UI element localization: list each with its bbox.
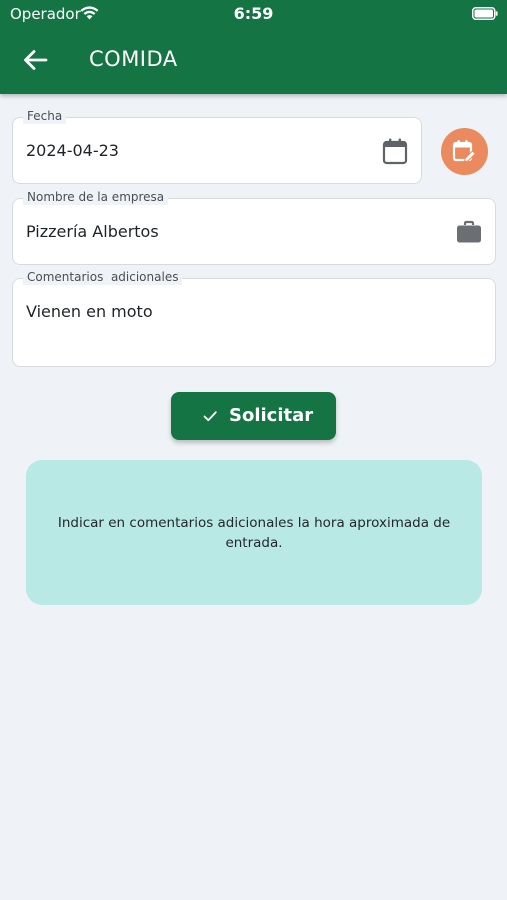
- info-box: Indicar en comentarios adicionales la ho…: [26, 460, 482, 605]
- check-icon: [203, 411, 217, 422]
- status-time: 6:59: [233, 4, 274, 23]
- submit-button-label: Solicitar: [229, 405, 314, 426]
- page-title: COMIDA: [89, 47, 178, 71]
- calendar-edit-button[interactable]: [441, 128, 488, 175]
- date-field-value[interactable]: 2024-04-23: [26, 141, 119, 160]
- back-arrow-icon[interactable]: [21, 46, 49, 74]
- date-field-label: Fecha: [23, 108, 67, 124]
- comments-field-value[interactable]: Vienen en moto: [26, 302, 153, 321]
- company-field-value[interactable]: Pizzería Albertos: [26, 222, 159, 241]
- submit-button[interactable]: Solicitar: [171, 392, 336, 440]
- company-field-label: Nombre de la empresa: [23, 189, 169, 205]
- comments-field-label: Comentarios adicionales: [23, 269, 183, 285]
- comments-field[interactable]: Comentarios adicionales Vienen en moto: [12, 269, 496, 367]
- calendar-edit-icon: [452, 140, 477, 163]
- briefcase-icon: [457, 220, 481, 243]
- company-field[interactable]: Nombre de la empresa Pizzería Albertos: [12, 189, 496, 265]
- info-text: Indicar en comentarios adicionales la ho…: [57, 515, 451, 551]
- app-header: Operador 6:59 COMIDA: [0, 0, 507, 94]
- battery-icon: [472, 7, 498, 20]
- date-field[interactable]: Fecha 2024-04-23: [12, 108, 422, 184]
- calendar-icon[interactable]: [382, 137, 408, 165]
- status-bar: Operador 6:59: [0, 0, 507, 30]
